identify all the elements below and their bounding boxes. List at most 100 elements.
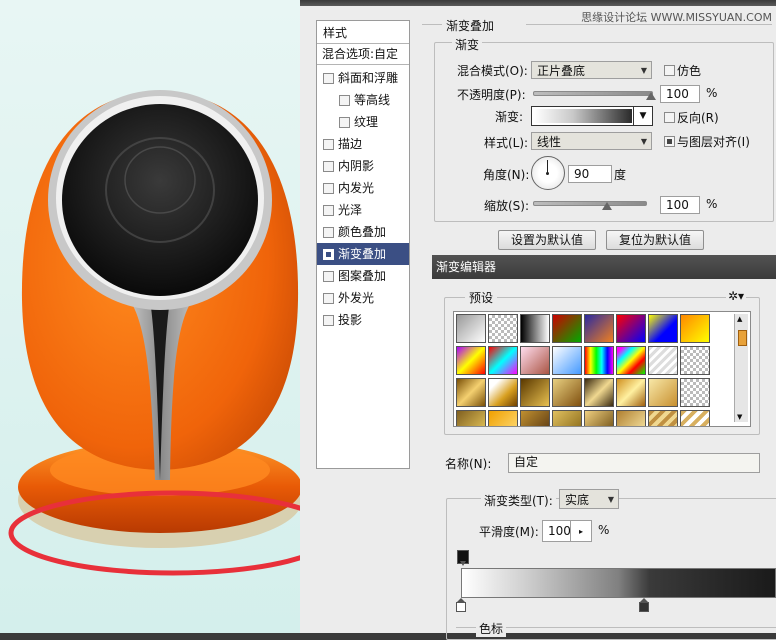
smoothness-input[interactable]: 100 ▸: [542, 520, 592, 542]
gradient-type-select[interactable]: 实底 ▼: [559, 489, 619, 509]
gradient-preset-swatch[interactable]: [552, 378, 582, 407]
gradient-preset-swatch[interactable]: [456, 410, 486, 426]
gradient-preset-swatch[interactable]: [488, 346, 518, 375]
gradient-preset-swatch[interactable]: [584, 378, 614, 407]
gradient-preset-swatch[interactable]: [648, 378, 678, 407]
blend-mode-label: 混合模式(O):: [457, 64, 528, 78]
blend-mode-select[interactable]: 正片叠底 ▼: [531, 61, 652, 79]
style-item[interactable]: 图案叠加: [317, 265, 409, 287]
scrollbar-thumb[interactable]: [738, 330, 747, 346]
gradient-preset-swatch[interactable]: [584, 314, 614, 343]
style-item[interactable]: 内阴影: [317, 155, 409, 177]
gradient-preset-swatch[interactable]: [616, 346, 646, 375]
style-item[interactable]: 外发光: [317, 287, 409, 309]
style-item-checkbox[interactable]: [323, 161, 334, 172]
style-item-checkbox[interactable]: [323, 73, 334, 84]
gradient-preset-swatch[interactable]: [680, 346, 710, 375]
presets-grid[interactable]: [453, 311, 751, 427]
style-item-label: 光泽: [338, 203, 363, 217]
gradient-preset-swatch[interactable]: [520, 378, 550, 407]
dither-checkbox[interactable]: [664, 65, 675, 76]
reverse-label: 反向(R): [677, 111, 719, 125]
style-item[interactable]: 光泽: [317, 199, 409, 221]
style-item-label: 外发光: [338, 291, 375, 305]
style-select[interactable]: 线性 ▼: [531, 132, 652, 150]
gradient-preset-swatch[interactable]: [488, 314, 518, 343]
scale-slider[interactable]: [533, 201, 647, 206]
gradient-preset-swatch[interactable]: [584, 346, 614, 375]
style-item-checkbox[interactable]: [339, 117, 350, 128]
gradient-preset-swatch[interactable]: [648, 346, 678, 375]
reset-default-button[interactable]: 复位为默认值: [606, 230, 704, 250]
style-value: 线性: [537, 135, 562, 149]
gradient-preset-swatch[interactable]: [680, 410, 710, 426]
style-item-checkbox[interactable]: [339, 95, 350, 106]
gradient-bar[interactable]: [461, 568, 776, 598]
angle-unit: 度: [614, 168, 627, 182]
document-canvas[interactable]: [0, 0, 310, 633]
gradient-preset-swatch[interactable]: [616, 314, 646, 343]
gradient-preset-swatch[interactable]: [456, 346, 486, 375]
gradient-preset-swatch[interactable]: [616, 378, 646, 407]
style-item-checkbox[interactable]: [323, 139, 334, 150]
gradient-preset-swatch[interactable]: [680, 378, 710, 407]
gradient-preset-swatch[interactable]: [552, 314, 582, 343]
chevron-right-icon[interactable]: ▸: [570, 521, 591, 541]
chevron-down-icon: ▼: [640, 66, 647, 75]
opacity-slider[interactable]: [533, 91, 653, 96]
style-list-title[interactable]: 样式: [323, 24, 347, 41]
gradient-preset-swatch[interactable]: [648, 314, 678, 343]
make-default-button[interactable]: 设置为默认值: [498, 230, 596, 250]
align-with-layer-checkbox[interactable]: [664, 136, 675, 147]
color-stop-white[interactable]: [456, 602, 466, 612]
reverse-checkbox[interactable]: [664, 112, 675, 123]
gradient-preset-swatch[interactable]: [584, 410, 614, 426]
blend-options-item[interactable]: 混合选项:自定: [317, 43, 409, 65]
gradient-preset-swatch[interactable]: [488, 378, 518, 407]
scale-input[interactable]: 100: [660, 196, 700, 214]
style-item[interactable]: 纹理: [317, 111, 409, 133]
style-item-checkbox[interactable]: [323, 227, 334, 238]
gradient-preset-swatch[interactable]: [456, 314, 486, 343]
gradient-label: 渐变:: [495, 110, 524, 124]
style-item-checkbox[interactable]: [323, 249, 334, 260]
name-input[interactable]: 自定: [508, 453, 760, 473]
style-item-checkbox[interactable]: [323, 183, 334, 194]
opacity-input[interactable]: 100: [660, 85, 700, 103]
name-label: 名称(N):: [445, 457, 492, 471]
presets-scrollbar[interactable]: ▲ ▼: [734, 314, 748, 422]
gradient-dropdown-icon[interactable]: ▼: [633, 107, 652, 125]
scroll-down-icon[interactable]: ▼: [737, 413, 742, 421]
style-item[interactable]: 颜色叠加: [317, 221, 409, 243]
angle-input[interactable]: 90: [568, 165, 612, 183]
gradient-preset-swatch[interactable]: [520, 346, 550, 375]
scroll-up-icon[interactable]: ▲: [737, 315, 742, 323]
gear-icon[interactable]: ✲▾: [726, 289, 747, 303]
style-item-checkbox[interactable]: [323, 271, 334, 282]
style-item[interactable]: 渐变叠加: [317, 243, 409, 265]
style-item[interactable]: 内发光: [317, 177, 409, 199]
opacity-slider-thumb[interactable]: [646, 92, 656, 100]
style-item[interactable]: 描边: [317, 133, 409, 155]
gradient-preset-swatch[interactable]: [680, 314, 710, 343]
style-item[interactable]: 等高线: [317, 89, 409, 111]
gradient-preset-swatch[interactable]: [552, 346, 582, 375]
gradient-preset-swatch[interactable]: [616, 410, 646, 426]
color-stop-dark[interactable]: [639, 602, 649, 612]
style-item[interactable]: 投影: [317, 309, 409, 331]
gradient-preset-swatch[interactable]: [552, 410, 582, 426]
gradient-preset-swatch[interactable]: [456, 378, 486, 407]
dialog-titlebar: [300, 0, 776, 6]
gradient-picker[interactable]: ▼: [531, 106, 653, 126]
gradient-preset-swatch[interactable]: [520, 314, 550, 343]
style-item[interactable]: 斜面和浮雕: [317, 67, 409, 89]
scale-slider-thumb[interactable]: [601, 202, 612, 210]
gradient-preset-swatch[interactable]: [648, 410, 678, 426]
style-item-checkbox[interactable]: [323, 293, 334, 304]
style-item-checkbox[interactable]: [323, 315, 334, 326]
angle-dial[interactable]: [531, 156, 565, 190]
style-item-checkbox[interactable]: [323, 205, 334, 216]
gradient-preset-swatch[interactable]: [488, 410, 518, 426]
section-title: 渐变叠加: [446, 19, 495, 33]
gradient-preset-swatch[interactable]: [520, 410, 550, 426]
